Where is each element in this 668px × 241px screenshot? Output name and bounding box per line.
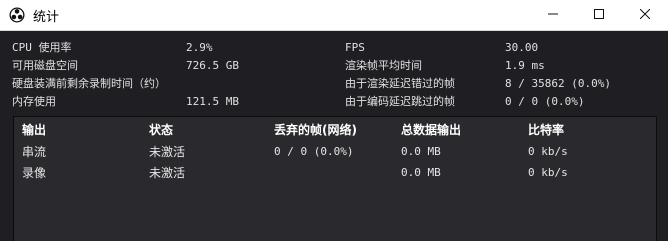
title-bar: 统计	[0, 0, 668, 31]
maximize-icon	[594, 7, 604, 23]
row-status: 未激活	[149, 144, 186, 159]
table-row: 录像 未激活 0.0 MB 0 kb/s	[14, 162, 656, 182]
row-bitrate: 0 kb/s	[528, 144, 568, 158]
minimize-button[interactable]	[530, 0, 576, 30]
row-total: 0.0 MB	[401, 165, 441, 179]
table-row: 串流 未激活 0 / 0 (0.0%) 0.0 MB 0 kb/s	[14, 141, 656, 161]
stat-value: 726.5 GB	[186, 58, 239, 72]
stat-label: 可用磁盘空间	[12, 59, 78, 72]
stat-value: 1.9 ms	[505, 58, 545, 72]
row-dropped: 0 / 0 (0.0%)	[274, 144, 354, 158]
stat-value: 8 / 35862 (0.0%)	[505, 76, 611, 90]
output-stats-table: 输出 状态 丢弃的帧(网络) 总数据输出 比特率 串流 未激活 0 / 0 (0…	[13, 116, 657, 241]
column-header-status: 状态	[149, 122, 174, 137]
close-button[interactable]	[622, 0, 668, 30]
stat-label: 由于编码延迟跳过的帧	[345, 95, 455, 108]
row-output: 串流	[22, 144, 47, 159]
stat-value: 121.5 MB	[186, 94, 239, 108]
stat-value: 30.00	[505, 40, 539, 54]
row-output: 录像	[22, 165, 47, 180]
stat-value: 2.9%	[186, 40, 213, 54]
obs-logo-icon	[9, 7, 25, 23]
stat-label: 内存使用	[12, 95, 56, 108]
table-header: 输出 状态 丢弃的帧(网络) 总数据输出 比特率	[14, 119, 656, 139]
stat-value: 0 / 0 (0.0%)	[505, 94, 585, 108]
column-header-dropped-frames: 丢弃的帧(网络)	[274, 122, 357, 137]
column-header-output: 输出	[22, 122, 47, 137]
column-header-bitrate: 比特率	[528, 122, 565, 137]
stat-label: 由于渲染延迟错过的帧	[345, 77, 455, 90]
close-icon	[639, 7, 651, 23]
window-controls	[530, 0, 668, 30]
minimize-icon	[548, 7, 558, 23]
stat-label: CPU 使用率	[12, 41, 72, 54]
stat-label: FPS	[345, 40, 365, 54]
window-title: 统计	[33, 9, 60, 25]
stat-label: 渲染帧平均时间	[345, 59, 422, 72]
maximize-button[interactable]	[576, 0, 622, 30]
stat-label: 硬盘装满前剩余录制时间（约）	[12, 77, 166, 90]
row-total: 0.0 MB	[401, 144, 441, 158]
row-bitrate: 0 kb/s	[528, 165, 568, 179]
column-header-total-output: 总数据输出	[401, 122, 462, 137]
row-status: 未激活	[149, 165, 186, 180]
